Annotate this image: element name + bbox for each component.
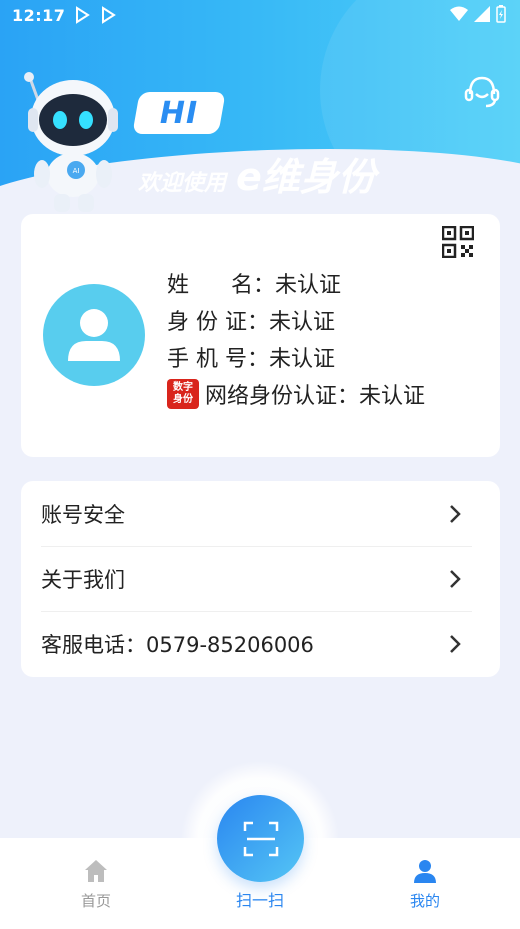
name-value: 未认证 [274,272,341,298]
nav-home-label: 首页 [80,892,111,910]
nav-mine-label: 我的 [409,892,440,910]
robot-mascot-icon: AI [24,72,118,212]
menu-item-about-us[interactable]: 关于我们 [21,546,500,611]
network-value: 未认证 [359,383,426,409]
id-label: 身 份 证： [167,309,269,335]
chevron-right-icon [450,635,461,653]
welcome-banner: 欢迎使用 e维身份 [138,146,376,201]
id-value: 未认证 [269,309,336,335]
wifi-icon [450,6,468,21]
settings-menu: 账号安全 关于我们 客服电话：0579-85206006 [21,481,500,677]
hi-text: HI [159,95,199,131]
hi-badge: HI [132,92,226,134]
digital-badge-line1: 数字 [173,381,193,393]
user-avatar[interactable] [43,284,145,386]
signal-icon [474,6,490,22]
svg-text:AI: AI [73,167,80,175]
scan-icon [243,821,278,856]
scan-button[interactable] [217,795,304,882]
menu-item-customer-phone[interactable]: 客服电话：0579-85206006 [21,611,500,676]
phone-label: 手 机 号： [167,346,269,372]
network-id-row: 数字 身份 网络身份认证： 未认证 [167,375,425,412]
menu-item-account-security[interactable]: 账号安全 [21,481,500,546]
chevron-right-icon [450,505,461,523]
name-label: 姓 名： [167,272,275,298]
digital-identity-badge: 数字 身份 [167,378,199,409]
menu-item-label: 关于我们 [41,567,125,592]
name-row: 姓 名： 未认证 [167,264,425,301]
chevron-right-icon [450,570,461,588]
menu-item-label: 账号安全 [41,502,125,527]
brand-name: e维身份 [236,155,376,199]
nav-mine[interactable]: 我的 [375,858,475,911]
profile-info: 姓 名： 未认证 身 份 证： 未认证 手 机 号： 未认证 数字 身份 网络身份认证… [167,264,425,412]
network-label: 网络身份认证： [205,383,360,409]
scan-label[interactable]: 扫一扫 [210,887,310,911]
customer-service-headset-icon[interactable] [462,72,502,112]
phone-value: 未认证 [269,346,336,372]
phone-row: 手 机 号： 未认证 [167,338,425,375]
play-store-icon [102,6,117,24]
qr-code-icon[interactable] [442,226,474,258]
home-icon [85,860,107,882]
user-avatar-icon [68,309,120,361]
menu-item-label: 客服电话：0579-85206006 [41,632,314,657]
user-icon [414,860,436,883]
nav-home[interactable]: 首页 [46,858,146,911]
status-time: 12:17 [12,5,66,25]
id-row: 身 份 证： 未认证 [167,301,425,338]
play-store-icon [76,6,91,24]
battery-icon [496,5,506,23]
profile-card: 姓 名： 未认证 身 份 证： 未认证 手 机 号： 未认证 数字 身份 网络身份认证… [21,214,500,457]
welcome-text: 欢迎使用 [138,171,227,196]
digital-badge-line2: 身份 [173,393,193,405]
status-bar: 12:17 [0,0,520,30]
